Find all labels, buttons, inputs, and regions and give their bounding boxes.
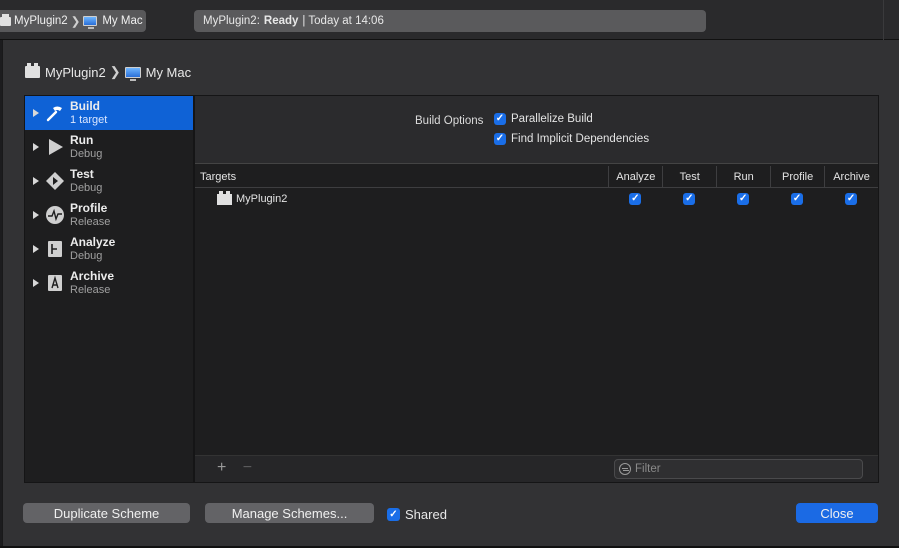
breadcrumb: MyPlugin2 ❯ My Mac bbox=[25, 63, 192, 81]
profile-checkbox[interactable]: ✓ bbox=[791, 193, 804, 205]
analyze-icon bbox=[45, 239, 65, 259]
disclosure-triangle-icon[interactable] bbox=[33, 177, 39, 185]
hammer-icon bbox=[45, 103, 65, 123]
action-subtitle: Debug bbox=[70, 182, 103, 194]
app-target-icon bbox=[0, 13, 11, 26]
column-header-targets[interactable]: Targets bbox=[195, 166, 608, 188]
action-profile[interactable]: Profile Release bbox=[25, 198, 193, 232]
build-options-label: Build Options bbox=[415, 115, 484, 127]
disclosure-triangle-icon[interactable] bbox=[33, 109, 39, 117]
action-title: Analyze bbox=[70, 235, 116, 249]
activity-status: MyPlugin2: Ready | Today at 14:06 bbox=[194, 10, 706, 32]
action-title: Run bbox=[70, 133, 94, 147]
scheme-selector[interactable]: MyPlugin2 ❯ My Mac bbox=[0, 10, 146, 32]
action-archive[interactable]: Archive Release bbox=[25, 266, 193, 300]
disclosure-triangle-icon[interactable] bbox=[33, 279, 39, 287]
table-footer: + − bbox=[195, 455, 878, 482]
chevron-right-icon: ❯ bbox=[109, 64, 121, 79]
run-checkbox[interactable]: ✓ bbox=[737, 193, 750, 205]
target-name: MyPlugin2 bbox=[236, 193, 288, 205]
column-header-analyze[interactable]: Analyze bbox=[608, 166, 662, 188]
app-target-icon bbox=[217, 190, 232, 205]
targets-table-header: Targets Analyze Test Run Profile Archive bbox=[195, 166, 878, 188]
manage-schemes-button[interactable]: Manage Schemes... bbox=[205, 503, 374, 523]
status-project: MyPlugin2: bbox=[203, 15, 260, 27]
implicit-dependencies-label: Find Implicit Dependencies bbox=[511, 133, 650, 145]
archive-icon bbox=[45, 273, 65, 293]
disclosure-triangle-icon[interactable] bbox=[33, 245, 39, 253]
implicit-dependencies-checkbox[interactable]: ✓ Find Implicit Dependencies bbox=[494, 133, 649, 145]
build-options-section: Build Options ✓ Parallelize Build ✓ Find… bbox=[195, 96, 878, 164]
play-icon bbox=[45, 137, 65, 157]
checkmark-icon[interactable]: ✓ bbox=[494, 133, 506, 145]
shared-label: Shared bbox=[405, 507, 447, 522]
action-title: Profile bbox=[70, 201, 108, 215]
breadcrumb-scheme[interactable]: MyPlugin2 bbox=[45, 65, 106, 80]
edit-scheme-sheet: MyPlugin2 ❯ My Mac Build 1 target Run De… bbox=[2, 40, 899, 546]
action-build[interactable]: Build 1 target bbox=[25, 96, 193, 130]
filter-input[interactable] bbox=[635, 463, 855, 475]
test-diamond-icon bbox=[45, 171, 65, 191]
scheme-action-list: Build 1 target Run Debug Test Debug Prof… bbox=[24, 95, 194, 483]
shared-checkbox[interactable]: ✓ Shared bbox=[387, 507, 447, 522]
table-row[interactable]: MyPlugin2 ✓ ✓ ✓ ✓ ✓ bbox=[195, 189, 878, 209]
action-analyze[interactable]: Analyze Debug bbox=[25, 232, 193, 266]
action-subtitle: Release bbox=[70, 284, 111, 296]
action-subtitle: Release bbox=[70, 216, 111, 228]
action-title: Test bbox=[70, 167, 94, 181]
status-time: | Today at 14:06 bbox=[302, 15, 384, 27]
window-toolbar: MyPlugin2 ❯ My Mac MyPlugin2: Ready | To… bbox=[0, 0, 899, 40]
filter-icon bbox=[619, 463, 631, 475]
action-subtitle: Debug bbox=[70, 250, 103, 262]
toolbar-divider bbox=[883, 0, 884, 40]
close-button[interactable]: Close bbox=[796, 503, 878, 523]
parallelize-build-checkbox[interactable]: ✓ Parallelize Build bbox=[494, 113, 593, 125]
column-header-test[interactable]: Test bbox=[662, 166, 716, 188]
action-test[interactable]: Test Debug bbox=[25, 164, 193, 198]
checkmark-icon[interactable]: ✓ bbox=[387, 508, 400, 521]
action-run[interactable]: Run Debug bbox=[25, 130, 193, 164]
parallelize-build-label: Parallelize Build bbox=[511, 113, 593, 125]
action-subtitle: 1 target bbox=[70, 114, 108, 126]
chevron-right-icon: ❯ bbox=[70, 16, 81, 28]
add-target-button[interactable]: + bbox=[217, 459, 226, 476]
action-title: Archive bbox=[70, 269, 115, 283]
mac-icon bbox=[124, 66, 141, 81]
disclosure-triangle-icon[interactable] bbox=[33, 143, 39, 151]
scheme-name: MyPlugin2 bbox=[14, 15, 68, 27]
action-title: Build bbox=[70, 99, 100, 113]
column-header-profile[interactable]: Profile bbox=[770, 166, 824, 188]
column-header-run[interactable]: Run bbox=[716, 166, 770, 188]
filter-field[interactable] bbox=[614, 459, 863, 479]
status-state: Ready bbox=[263, 15, 299, 27]
checkmark-icon[interactable]: ✓ bbox=[494, 113, 506, 125]
remove-target-button[interactable]: − bbox=[243, 459, 252, 476]
analyze-checkbox[interactable]: ✓ bbox=[629, 193, 642, 205]
column-header-archive[interactable]: Archive bbox=[824, 166, 878, 188]
test-checkbox[interactable]: ✓ bbox=[683, 193, 696, 205]
mac-icon bbox=[83, 16, 98, 29]
disclosure-triangle-icon[interactable] bbox=[33, 211, 39, 219]
duplicate-scheme-button[interactable]: Duplicate Scheme bbox=[23, 503, 190, 523]
breadcrumb-destination[interactable]: My Mac bbox=[146, 65, 192, 80]
build-settings-panel: Build Options ✓ Parallelize Build ✓ Find… bbox=[194, 95, 879, 483]
instruments-icon bbox=[45, 205, 65, 225]
archive-checkbox[interactable]: ✓ bbox=[845, 193, 858, 205]
app-target-icon bbox=[25, 63, 40, 78]
destination-name: My Mac bbox=[102, 15, 143, 27]
action-subtitle: Debug bbox=[70, 148, 103, 160]
